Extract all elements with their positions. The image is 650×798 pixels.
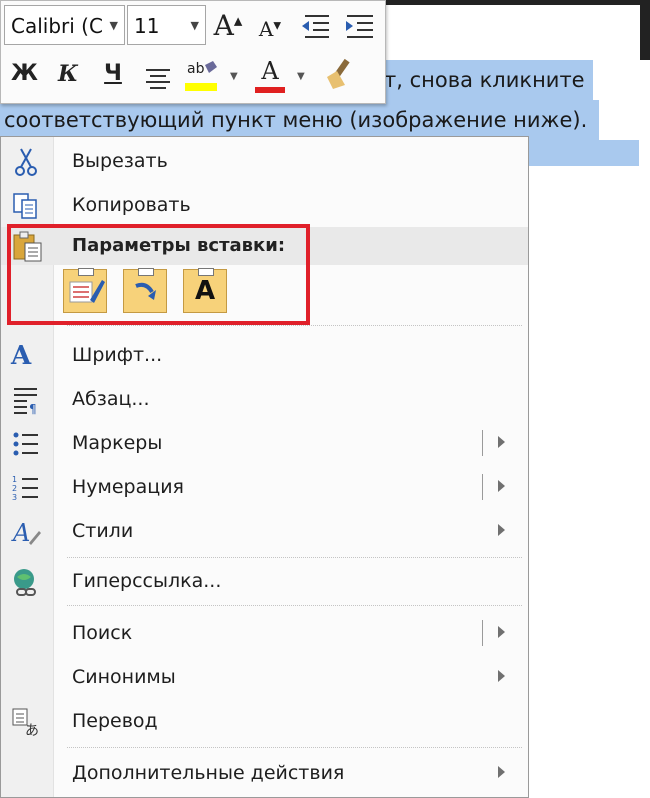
numbering-icon: 123 (12, 475, 38, 502)
menu-item-label: Поиск (72, 622, 133, 644)
menu-item-label: Маркеры (72, 432, 163, 454)
svg-text:あ: あ (25, 723, 39, 737)
underline-button[interactable]: Ч (101, 61, 125, 86)
font-name-combo[interactable]: Calibri (С ▼ (4, 5, 125, 45)
italic-icon: К (57, 61, 78, 87)
menu-separator (67, 557, 522, 558)
mini-toolbar: Calibri (С ▼ 11 ▼ A▲ A▼ Ж К Ч ab ▼ A ▼ (0, 0, 386, 104)
menu-item-search[interactable]: Поиск (1, 611, 528, 655)
submenu-arrow-icon[interactable] (498, 524, 505, 536)
underline-icon: Ч (104, 61, 122, 86)
menu-item-label: Дополнительные действия (72, 762, 345, 784)
selection-continuation (529, 140, 639, 166)
document-line-1-text: т, снова кликните (384, 68, 585, 92)
shrink-font-button[interactable]: A▼ (257, 17, 283, 41)
menu-separator (67, 605, 522, 606)
submenu-arrow-icon[interactable] (498, 480, 505, 492)
font-size-value: 11 (134, 14, 160, 38)
svg-text:A: A (11, 519, 30, 547)
split-divider (482, 430, 483, 456)
chevron-down-icon[interactable]: ▼ (110, 6, 118, 46)
menu-item-additional-actions[interactable]: Дополнительные действия (1, 751, 528, 795)
format-painter-button[interactable] (323, 57, 355, 93)
menu-item-cut[interactable]: Вырезать (1, 139, 528, 183)
menu-item-label: Копировать (72, 194, 191, 216)
decrease-indent-icon (302, 15, 329, 38)
decrease-indent-button[interactable] (299, 13, 333, 41)
highlight-annotation-box (7, 224, 310, 325)
menu-item-label: Гиперссылка... (72, 570, 222, 592)
svg-text:1: 1 (12, 475, 17, 484)
submenu-arrow-icon[interactable] (498, 670, 505, 682)
align-center-button[interactable] (143, 67, 173, 89)
menu-item-label: Стили (72, 520, 134, 542)
hyperlink-icon (14, 569, 36, 596)
font-icon: A (11, 341, 32, 371)
svg-text:¶: ¶ (29, 402, 37, 415)
split-divider (482, 474, 483, 500)
menu-item-label: Синонимы (72, 666, 176, 688)
submenu-arrow-icon[interactable] (498, 626, 505, 638)
highlight-button[interactable]: ab (185, 59, 225, 95)
window-top-bar (380, 0, 650, 5)
svg-text:2: 2 (12, 484, 17, 493)
highlight-dropdown-icon[interactable]: ▼ (230, 71, 238, 82)
copy-icon (13, 193, 37, 219)
format-painter-icon (327, 58, 350, 89)
translate-icon: あ (12, 708, 39, 737)
menu-item-copy[interactable]: Копировать (1, 183, 528, 227)
document-line-2-text: соответствующий пункт меню (изображение … (4, 108, 588, 132)
menu-item-hyperlink[interactable]: Гиперссылка... (1, 559, 528, 603)
grow-font-icon: A (213, 9, 234, 42)
bold-icon: Ж (11, 61, 38, 86)
font-name-value: Calibri (С (11, 14, 103, 38)
menu-item-label: Перевод (72, 710, 158, 732)
menu-item-styles[interactable]: A Стили (1, 509, 528, 553)
menu-item-numbering[interactable]: 123 Нумерация (1, 465, 528, 509)
bold-button[interactable]: Ж (11, 61, 38, 86)
shrink-font-icon: A (258, 17, 274, 41)
font-color-button[interactable]: A (255, 57, 285, 95)
bullets-icon (13, 432, 38, 456)
menu-item-label: Шрифт... (72, 344, 163, 366)
font-color-dropdown-icon[interactable]: ▼ (297, 71, 305, 82)
font-color-icon: A (261, 57, 279, 85)
menu-separator (67, 747, 522, 748)
grow-font-button[interactable]: A▲ (213, 9, 243, 42)
menu-item-synonyms[interactable]: Синонимы (1, 655, 528, 699)
styles-icon: A (11, 519, 41, 547)
menu-item-label: Нумерация (72, 476, 184, 498)
increase-indent-icon (346, 15, 373, 38)
font-size-combo[interactable]: 11 ▼ (127, 5, 206, 45)
menu-item-label: Вырезать (72, 150, 168, 172)
document-line-1: т, снова кликните (380, 60, 593, 100)
menu-item-label: Абзац... (72, 388, 150, 410)
italic-button[interactable]: К (56, 61, 80, 87)
align-center-icon (146, 69, 170, 89)
menu-item-font[interactable]: A Шрифт... (1, 333, 528, 377)
menu-item-paragraph[interactable]: ¶ Абзац... (1, 377, 528, 421)
menu-item-translate[interactable]: あ Перевод (1, 699, 528, 743)
scissors-icon (15, 148, 37, 176)
menu-item-bullets[interactable]: Маркеры (1, 421, 528, 465)
window-right-edge (640, 0, 650, 60)
paragraph-icon: ¶ (14, 388, 37, 415)
submenu-arrow-icon[interactable] (498, 766, 505, 778)
increase-indent-button[interactable] (343, 13, 377, 41)
svg-text:3: 3 (12, 493, 17, 502)
submenu-arrow-icon[interactable] (498, 436, 505, 448)
chevron-down-icon[interactable]: ▼ (191, 6, 199, 46)
document-line-2: соответствующий пункт меню (изображение … (0, 100, 600, 140)
split-divider (482, 620, 483, 646)
menu-separator (67, 325, 522, 326)
